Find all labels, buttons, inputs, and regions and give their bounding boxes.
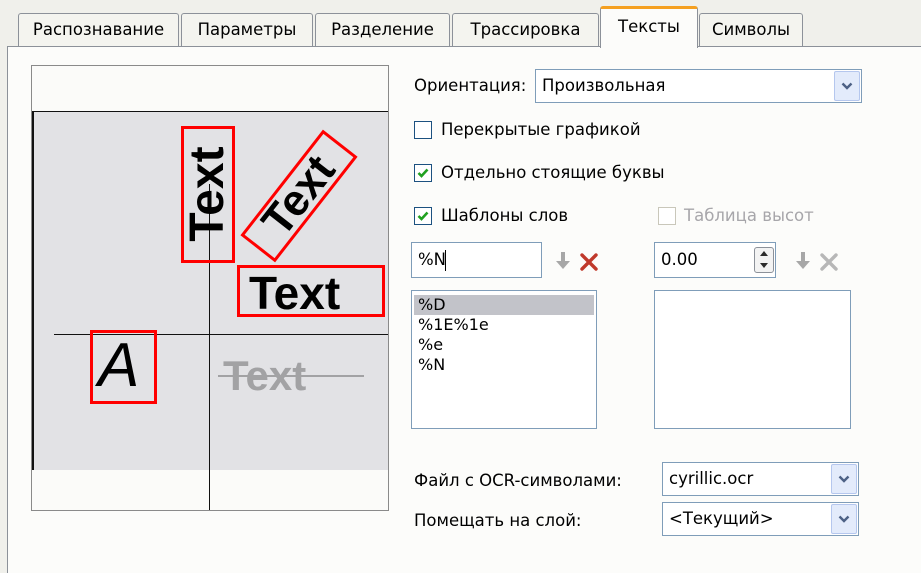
- standalone-checkbox[interactable]: [414, 164, 432, 182]
- text-caret: [445, 250, 446, 271]
- list-item[interactable]: %D: [414, 295, 594, 315]
- chevron-down-icon[interactable]: [831, 504, 857, 534]
- overlapped-checkbox[interactable]: [414, 121, 432, 139]
- arrow-down-icon[interactable]: [793, 250, 813, 272]
- tab-separation[interactable]: Разделение: [315, 13, 450, 46]
- delete-x-icon[interactable]: [579, 251, 599, 273]
- word-template-list[interactable]: %D %1E%1e %e %N: [411, 290, 597, 429]
- spinner-icon[interactable]: [754, 247, 774, 273]
- height-table-checkbox[interactable]: [658, 207, 676, 225]
- layer-select[interactable]: <Текущий>: [662, 502, 859, 536]
- tab-symbols[interactable]: Символы: [699, 13, 803, 46]
- word-templates-checkbox[interactable]: [414, 207, 432, 225]
- chevron-down-icon[interactable]: [831, 464, 857, 494]
- checkmark-icon: [417, 168, 429, 178]
- height-input-value: 0.00: [661, 250, 698, 269]
- letter-sample: A: [98, 331, 140, 400]
- delete-x-icon[interactable]: [819, 251, 839, 273]
- word-template-input-value: %N: [418, 250, 447, 269]
- layer-label: Помещать на слой:: [414, 511, 582, 530]
- spin-up-icon: [760, 251, 768, 256]
- tab-tracing[interactable]: Трассировка: [452, 13, 599, 46]
- list-item[interactable]: %N: [414, 355, 445, 375]
- tab-parameters[interactable]: Параметры: [181, 13, 313, 46]
- word-template-input[interactable]: %N: [411, 242, 542, 278]
- tab-texts[interactable]: Тексты: [600, 6, 698, 48]
- list-item[interactable]: %e: [414, 335, 443, 355]
- tab-recognition[interactable]: Распознавание: [18, 13, 179, 46]
- vertical-text-sample: Text: [181, 146, 234, 242]
- strike-line: [218, 375, 364, 377]
- height-list[interactable]: [654, 290, 851, 429]
- orientation-select[interactable]: Произвольная: [535, 69, 862, 103]
- ocr-file-label: Файл с OCR-символами:: [414, 471, 622, 490]
- checkmark-icon: [417, 211, 429, 221]
- orientation-preview: Text Text Text A Text: [31, 65, 389, 511]
- ocr-file-select-value: cyrillic.ocr: [669, 469, 754, 488]
- standalone-label: Отдельно стоящие буквы: [441, 163, 665, 182]
- height-table-label: Таблица высот: [684, 206, 814, 225]
- text-settings-dialog: Распознавание Параметры Разделение Трасс…: [0, 0, 921, 573]
- ocr-file-select[interactable]: cyrillic.ocr: [662, 462, 859, 496]
- arrow-down-icon[interactable]: [553, 250, 573, 272]
- horizontal-text-sample: Text: [249, 267, 341, 319]
- orientation-label: Ориентация:: [414, 76, 527, 95]
- preview-canvas: Text Text Text A Text: [32, 111, 388, 510]
- overlapped-label: Перекрытые графикой: [441, 120, 641, 139]
- orientation-select-value: Произвольная: [542, 76, 666, 95]
- spin-down-icon: [760, 263, 768, 268]
- layer-select-value: <Текущий>: [669, 509, 774, 528]
- word-templates-label: Шаблоны слов: [441, 206, 569, 225]
- chevron-down-icon[interactable]: [834, 71, 860, 101]
- tab-bar: Распознавание Параметры Разделение Трасс…: [0, 0, 921, 48]
- list-item[interactable]: %1E%1e: [414, 315, 489, 335]
